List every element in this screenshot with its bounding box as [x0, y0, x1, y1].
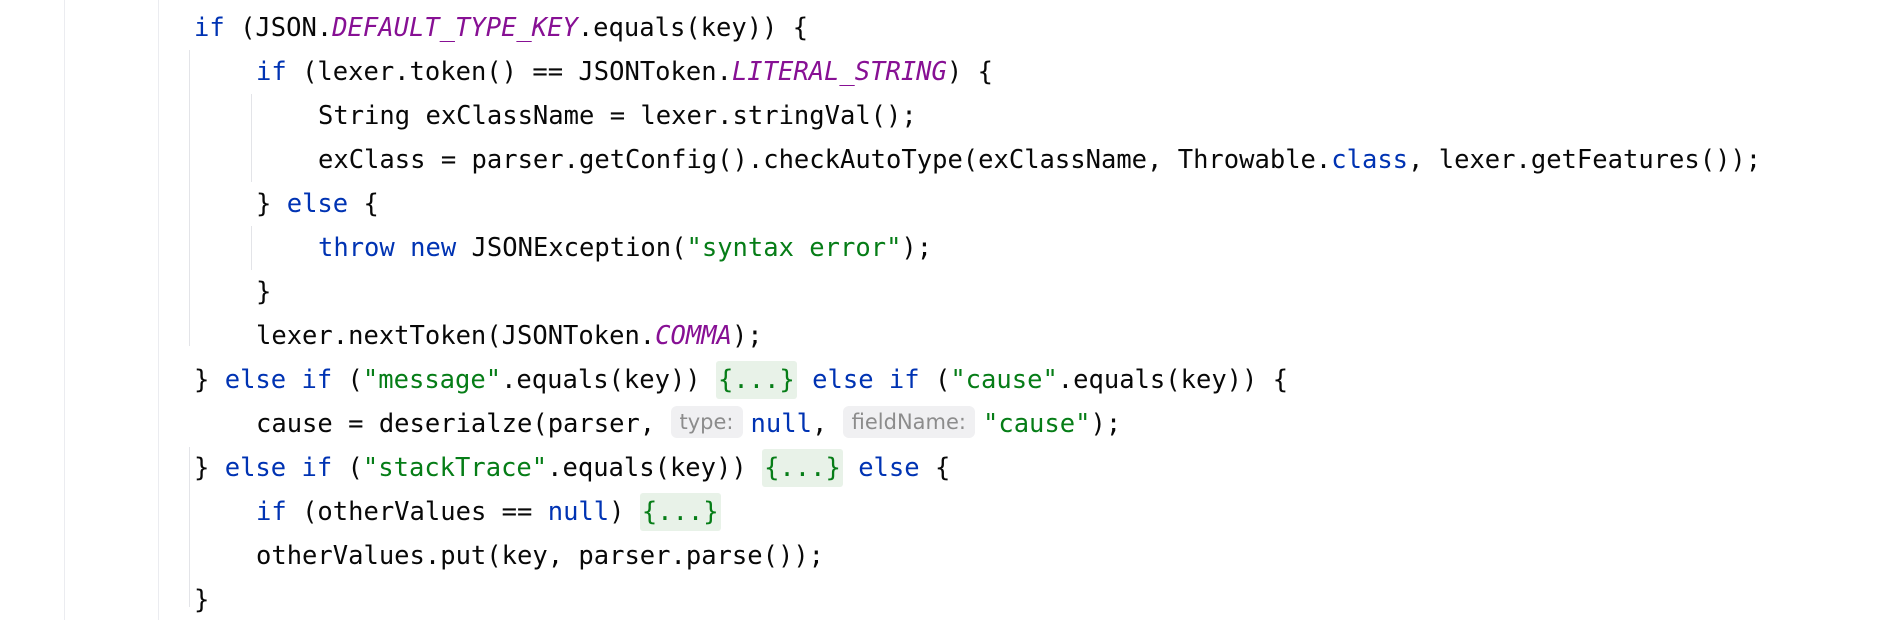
keyword: null	[547, 497, 610, 527]
code-text: exClass = parser.getConfig().checkAutoTy…	[318, 145, 1332, 175]
keyword: if	[256, 497, 287, 527]
code-text: lexer.nextToken(JSONToken.	[256, 321, 656, 351]
string-literal: "cause"	[950, 365, 1058, 395]
string-literal: "cause"	[983, 409, 1091, 439]
code-text: (JSON.	[224, 13, 333, 43]
string-literal: "message"	[362, 365, 502, 395]
keyword: else	[858, 453, 920, 483]
keyword: else if	[224, 365, 333, 395]
keyword: if	[194, 13, 225, 43]
code-text: );	[1090, 409, 1122, 439]
code-line[interactable]: if (JSON.DEFAULT_TYPE_KEY.equals(key)) {	[194, 6, 808, 50]
code-text: ,	[811, 409, 843, 439]
code-text: )	[609, 497, 640, 527]
keyword: if	[256, 57, 287, 87]
keyword: new	[410, 233, 457, 263]
constant: DEFAULT_TYPE_KEY	[332, 13, 578, 43]
code-text: (lexer.token() == JSONToken.	[286, 57, 732, 87]
code-text: {	[919, 453, 951, 483]
parameter-hint: type:	[670, 406, 743, 438]
code-text: }	[256, 277, 272, 307]
code-text: }	[194, 585, 210, 615]
code-line[interactable]: otherValues.put(key, parser.parse());	[256, 534, 824, 578]
keyword: throw	[318, 233, 395, 263]
code-text: }	[194, 365, 225, 395]
code-line[interactable]: exClass = parser.getConfig().checkAutoTy…	[318, 138, 1761, 182]
code-line[interactable]: } else if ("message".equals(key)) {...} …	[194, 358, 1288, 402]
code-text: (	[332, 365, 363, 395]
code-text: .equals(key)) {	[577, 13, 809, 43]
code-text: );	[901, 233, 933, 263]
code-text: String exClassName = lexer.stringVal();	[318, 101, 917, 131]
keyword: null	[750, 409, 812, 439]
code-text: otherValues.put(key, parser.parse());	[256, 541, 825, 571]
parameter-hint: fieldName:	[842, 406, 975, 438]
keyword: else if	[812, 365, 920, 395]
code-area[interactable]: if (JSON.DEFAULT_TYPE_KEY.equals(key)) {…	[0, 0, 1880, 620]
code-text: .equals(key)) {	[1057, 365, 1289, 395]
code-text: (	[919, 365, 951, 395]
code-line[interactable]: throw new JSONException("syntax error");	[318, 226, 932, 270]
code-line[interactable]: if (otherValues == null) {...}	[256, 490, 721, 534]
code-line[interactable]: } else {	[256, 182, 379, 226]
code-text: .equals(key))	[501, 365, 717, 395]
code-line[interactable]: cause = deserialze(parser, type: null, fi…	[256, 402, 1121, 446]
code-editor[interactable]: if (JSON.DEFAULT_TYPE_KEY.equals(key)) {…	[0, 0, 1880, 620]
code-line[interactable]: lexer.nextToken(JSONToken.COMMA);	[256, 314, 763, 358]
code-line[interactable]: } else if ("stackTrace".equals(key)) {..…	[194, 446, 950, 490]
code-line[interactable]: }	[256, 270, 271, 314]
folded-block[interactable]: {...}	[639, 493, 721, 531]
code-text: JSONException(	[456, 233, 687, 263]
constant: LITERAL_STRING	[731, 57, 947, 87]
code-text: (	[332, 453, 363, 483]
string-literal: "syntax error"	[686, 233, 902, 263]
code-text: {	[348, 189, 379, 219]
code-text: .equals(key))	[547, 453, 763, 483]
keyword: else	[286, 189, 349, 219]
code-text: }	[194, 453, 225, 483]
code-line[interactable]: if (lexer.token() == JSONToken.LITERAL_S…	[256, 50, 993, 94]
code-line[interactable]: String exClassName = lexer.stringVal();	[318, 94, 917, 138]
code-text: }	[256, 189, 287, 219]
folded-block[interactable]: {...}	[762, 449, 843, 487]
keyword: else if	[224, 453, 333, 483]
code-line[interactable]: }	[194, 578, 209, 620]
code-text: cause = deserialze(parser,	[256, 409, 671, 439]
code-text: );	[731, 321, 763, 351]
code-text: (otherValues ==	[286, 497, 548, 527]
constant: COMMA	[655, 321, 732, 351]
code-text: , lexer.getFeatures());	[1408, 145, 1762, 175]
keyword: class	[1331, 145, 1409, 175]
string-literal: "stackTrace"	[362, 453, 548, 483]
code-text: ) {	[946, 57, 993, 87]
folded-block[interactable]: {...}	[716, 361, 797, 399]
